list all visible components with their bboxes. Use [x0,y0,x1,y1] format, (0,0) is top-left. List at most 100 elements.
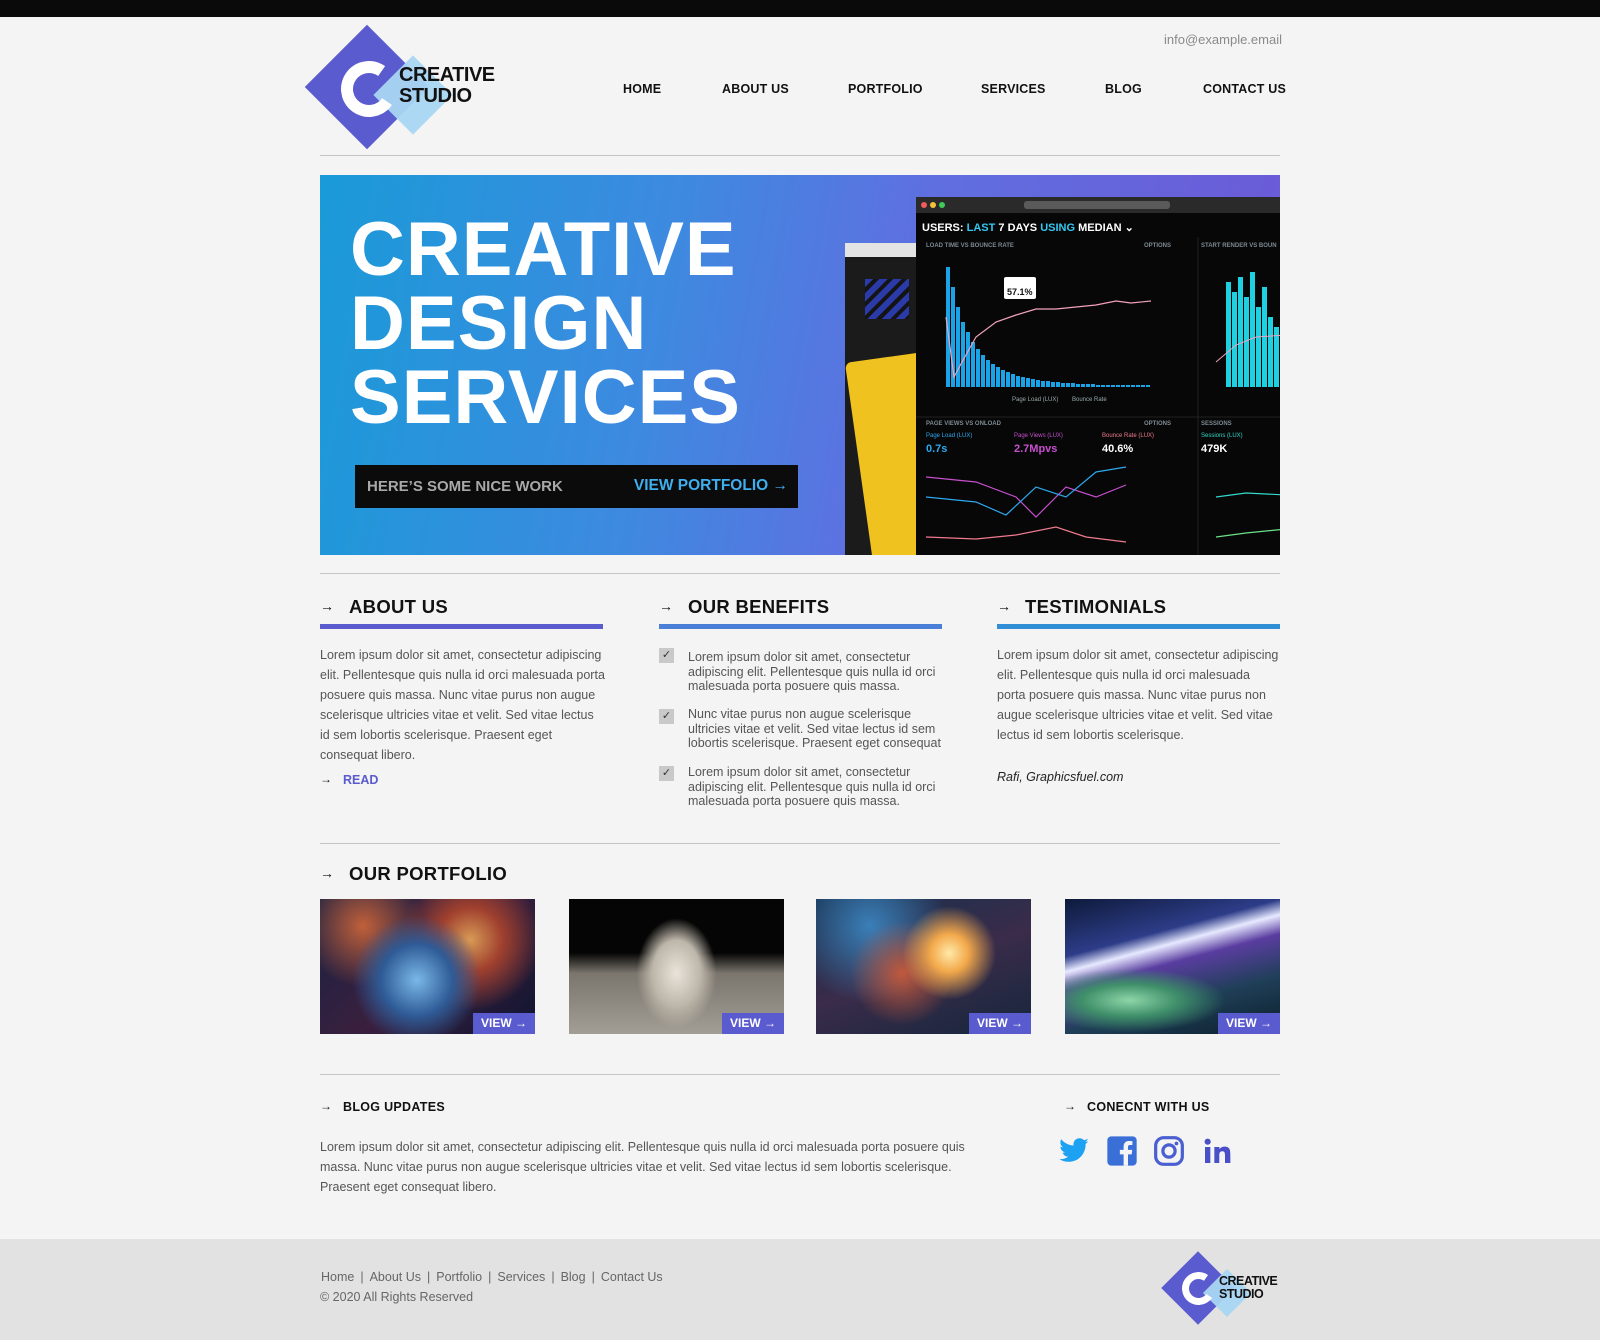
footer-logo[interactable]: CREATIVE STUDIO [1160,1250,1285,1330]
kpi-label-page-load: Page Load (LUX) [926,433,973,439]
logo-text: CREATIVE STUDIO [399,65,495,107]
testimonial-author: Rafi, Graphicsfuel.com [997,770,1124,784]
bounce-curve-bottom [925,526,1127,543]
arrow-right-icon: → [320,865,334,881]
site-logo[interactable]: CREATIVE STUDIO [304,24,505,150]
hero-title-line-3: SERVICES [350,355,741,440]
arrow-right-icon: → [659,598,673,614]
hero-dashboard-image: USERS: LAST 7 DAYS USING MEDIAN ⌄ LOAD T… [916,197,1280,555]
benefits-heading: OUR BENEFITS [688,596,830,617]
hero-title-line-2: DESIGN [350,281,648,366]
logo-line-2: STUDIO [399,85,472,107]
nav-contact-us[interactable]: CONTACT US [1203,82,1286,96]
hero-title: CREATIVE DESIGN SERVICES [350,207,741,440]
laptop-blue-object [865,279,909,319]
logo-text: CREATIVE STUDIO [1219,1274,1278,1302]
kpi-sessions: 479K [1201,443,1228,455]
footer-separator: | [360,1270,364,1284]
linkedin-icon[interactable] [1201,1135,1233,1167]
footer-separator: | [488,1270,492,1284]
view-button[interactable]: VIEW → [473,1013,535,1034]
cta-tagline: HERE’S SOME NICE WORK [367,478,563,495]
arrow-right-icon: → [320,772,332,786]
instagram-icon[interactable] [1153,1135,1185,1167]
footer-link-services[interactable]: Services [497,1270,545,1284]
portfolio-item-4[interactable]: VIEW → [1065,899,1280,1034]
about-underline [320,624,603,629]
blog-heading: BLOG UPDATES [343,1100,445,1114]
top-bar [0,0,1600,17]
about-text: Lorem ipsum dolor sit amet, consectetur … [320,648,605,762]
blog-text: Lorem ipsum dolor sit amet, consectetur … [320,1140,965,1194]
hero-cta-box: HERE’S SOME NICE WORK VIEW PORTFOLIO → [355,465,798,508]
nav-blog[interactable]: BLOG [1105,82,1142,96]
benefit-item: Lorem ipsum dolor sit amet, consectetur … [688,765,936,808]
benefit-item: Lorem ipsum dolor sit amet, consectetur … [688,650,936,693]
view-button[interactable]: VIEW → [969,1013,1031,1034]
twitter-icon[interactable] [1058,1135,1090,1167]
view-button[interactable]: VIEW → [722,1013,784,1034]
checkbox-icon: ✓ [659,709,674,724]
histogram-bars [946,267,1279,387]
testimonials-heading: TESTIMONIALS [1025,596,1167,617]
nav-home[interactable]: HOME [623,82,661,96]
arrow-right-icon: → [320,1099,332,1113]
facebook-icon[interactable] [1106,1135,1138,1167]
portfolio-divider [320,843,1280,844]
kpi-label-page-views: Page Views (LUX) [1014,433,1063,439]
contact-email[interactable]: info@example.email [1100,32,1282,47]
hero-title-line-1: CREATIVE [350,207,737,292]
footer-link-portfolio[interactable]: Portfolio [436,1270,482,1284]
arrow-right-icon: → [1064,1099,1076,1113]
footer-link-about-us[interactable]: About Us [370,1270,421,1284]
nav-portfolio[interactable]: PORTFOLIO [848,82,923,96]
footer-link-contact-us[interactable]: Contact Us [601,1270,663,1284]
benefit-item: Nunc vitae purus non augue scelerisque u… [688,707,941,750]
testimonial-text: Lorem ipsum dolor sit amet, consectetur … [997,648,1279,742]
sessions-curve-bottom [1215,492,1280,498]
nav-about-us[interactable]: ABOUT US [722,82,789,96]
dashboard-charts [916,237,1280,555]
footer-separator: | [591,1270,595,1284]
hero-divider [320,573,1280,574]
kpi-label-sessions: Sessions (LUX) [1201,433,1243,439]
kpi-page-views: 2.7Mpvs [1014,443,1058,455]
footer-link-blog[interactable]: Blog [561,1270,586,1284]
legend-page-load: Page Load (LUX) [1012,397,1059,403]
chart-tooltip: 57.1% [1004,277,1036,299]
footer-separator: | [551,1270,555,1284]
copyright: © 2020 All Rights Reserved [320,1290,474,1304]
arrow-right-icon: → [997,598,1011,614]
arrow-right-icon: → [320,598,334,614]
kpi-bounce: 40.6% [1102,443,1134,455]
footer-link-home[interactable]: Home [321,1270,354,1284]
about-heading: ABOUT US [349,596,449,617]
portfolio-heading: OUR PORTFOLIO [349,863,508,884]
laptop-chrome [845,243,925,257]
header-divider [320,155,1280,156]
nav-services[interactable]: SERVICES [981,82,1046,96]
portfolio-item-2[interactable]: VIEW → [569,899,784,1034]
hero-laptop-image [845,243,965,555]
kpi-label-bounce: Bounce Rate (LUX) [1102,433,1155,439]
checkbox-icon: ✓ [659,766,674,781]
benefits-underline [659,624,942,629]
kpi-page-load: 0.7s [926,443,948,455]
footer-nav: Home | About Us | Portfolio | Services | Blog | Co… [321,1270,663,1284]
footer-separator: | [427,1270,431,1284]
footer [0,1239,1600,1340]
hero-banner: CREATIVE DESIGN SERVICES HERE’S SOME NIC… [320,175,1280,555]
blog-divider [320,1074,1280,1075]
view-portfolio-link[interactable]: VIEW PORTFOLIO → [634,477,788,495]
legend-bounce-rate: Bounce Rate [1072,397,1107,403]
testimonials-underline [997,624,1280,629]
checkbox-icon: ✓ [659,648,674,663]
read-more-link[interactable]: READ [343,773,378,787]
sessions-curve-bottom-2 [1215,528,1280,538]
logo-line-1: CREATIVE [399,64,495,86]
connect-heading: CONECNT WITH US [1087,1100,1210,1114]
portfolio-item-1[interactable]: VIEW → [320,899,535,1034]
portfolio-item-3[interactable]: VIEW → [816,899,1031,1034]
view-button[interactable]: VIEW → [1218,1013,1280,1034]
logo-line-2: STUDIO [1219,1287,1264,1302]
